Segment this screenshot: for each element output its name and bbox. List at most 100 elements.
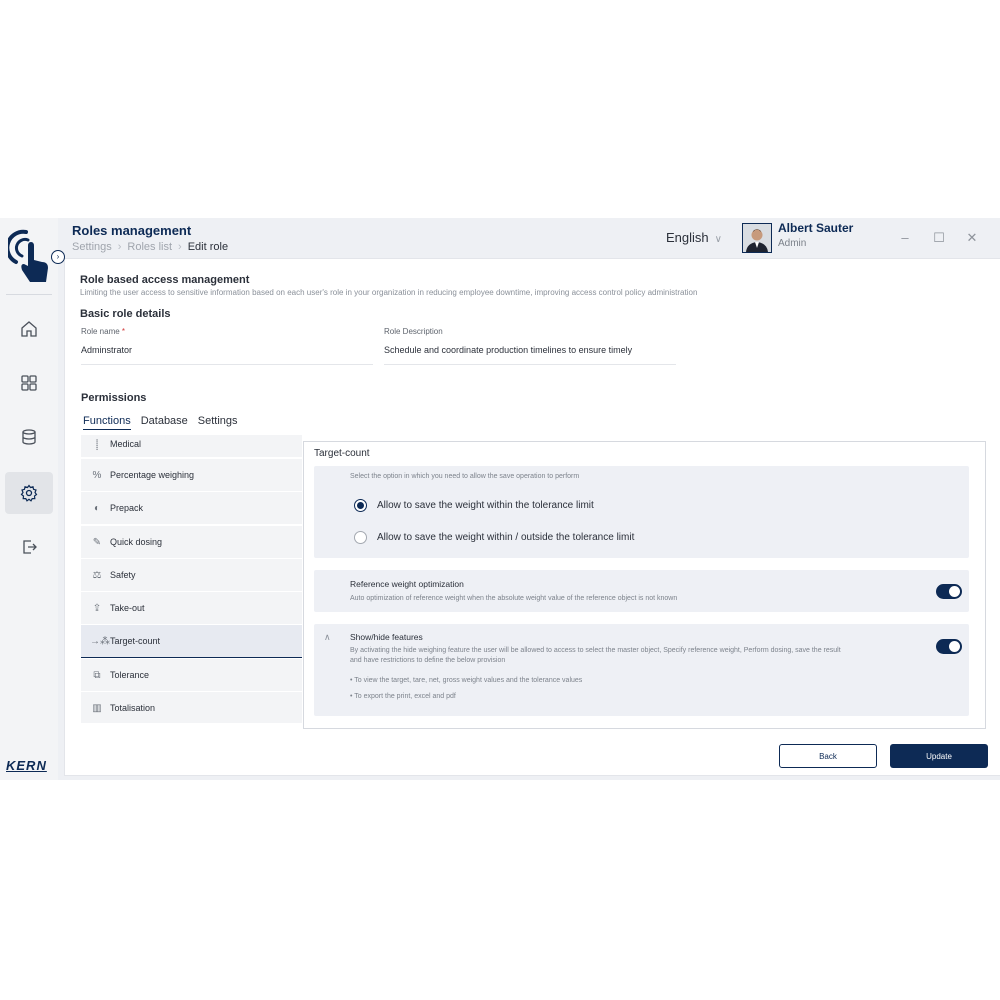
tab-settings[interactable]: Settings [198, 415, 238, 430]
rail-item-home[interactable] [5, 308, 53, 350]
kern-logo: KERN [6, 758, 47, 773]
language-select[interactable]: English ∨ [666, 230, 722, 245]
tab-database[interactable]: Database [141, 415, 188, 430]
function-item-tolerance[interactable]: ⧉ Tolerance [81, 659, 302, 691]
touch-logo-icon [8, 229, 48, 282]
save-option-subtitle: Select the option in which you need to a… [350, 473, 580, 480]
required-mark: * [121, 327, 126, 336]
radio-within-outside-tolerance[interactable]: Allow to save the weight within / outsid… [354, 531, 634, 544]
percent-icon: % [92, 469, 102, 481]
role-description-input[interactable]: Schedule and coordinate production timel… [384, 345, 654, 355]
reference-weight-subtitle: Auto optimization of reference weight wh… [350, 595, 678, 602]
reference-weight-box: Reference weight optimization Auto optim… [314, 570, 969, 612]
function-item-target-count[interactable]: →⁂ Target-count [81, 625, 302, 658]
page-title: Roles management [72, 223, 192, 238]
show-hide-toggle[interactable] [936, 639, 962, 654]
rail-divider [6, 294, 52, 295]
role-edit-card: Role based access management Limiting th… [64, 258, 1000, 776]
breadcrumb-chevron-icon: › [117, 241, 122, 253]
provision-item: • To view the target, tare, net, gross w… [350, 677, 583, 684]
reference-weight-title: Reference weight optimization [350, 579, 464, 589]
function-item-percentage-weighing[interactable]: % Percentage weighing [81, 459, 302, 491]
function-label: Tolerance [110, 670, 150, 680]
function-item-safety[interactable]: ⚖ Safety [81, 559, 302, 591]
role-name-underline [81, 364, 373, 365]
show-hide-subtitle-2: and have restrictions to define the belo… [350, 657, 506, 664]
radio-unselected-icon[interactable] [354, 531, 367, 544]
database-icon [22, 429, 36, 445]
show-hide-title: Show/hide features [350, 632, 423, 642]
rail-item-database[interactable] [5, 416, 53, 458]
reference-weight-toggle[interactable] [936, 584, 962, 599]
user-name: Albert Sauter [778, 221, 854, 235]
breadcrumb-roles-list[interactable]: Roles list [127, 241, 172, 253]
provision-item: • To export the print, excel and pdf [350, 693, 456, 700]
function-item-quick-dosing[interactable]: ✎ Quick dosing [81, 526, 302, 558]
back-button[interactable]: Back [779, 744, 877, 768]
app-window: › KERN Roles management Settings › Roles… [0, 218, 1000, 780]
permission-tabs: Functions Database Settings [83, 415, 238, 430]
function-label: Quick dosing [110, 537, 163, 547]
radio-within-tolerance[interactable]: Allow to save the weight within the tole… [354, 499, 594, 512]
chevron-up-icon[interactable]: ∧ [324, 632, 331, 643]
show-hide-box: ∧ Show/hide features By activating the h… [314, 624, 969, 716]
maximize-button[interactable]: ☐ [932, 230, 946, 246]
take-out-icon: ⇪ [92, 602, 102, 614]
function-label: Safety [110, 570, 136, 580]
save-option-box: Select the option in which you need to a… [314, 466, 969, 558]
function-label: Prepack [110, 503, 144, 513]
close-button[interactable]: ✕ [965, 230, 979, 246]
function-label: Totalisation [110, 703, 156, 713]
breadcrumb-settings[interactable]: Settings [72, 241, 112, 253]
update-button[interactable]: Update [890, 744, 988, 768]
function-label: Target-count [110, 636, 161, 646]
chevron-down-icon: ∨ [714, 234, 722, 245]
breadcrumb: Settings › Roles list › Edit role [72, 241, 228, 253]
role-description-underline [384, 364, 676, 365]
function-list: ⸽ Medical % Percentage weighing ◐ Prepack ✎… [81, 435, 302, 723]
gear-icon [20, 484, 38, 502]
basic-role-title: Basic role details [80, 308, 171, 320]
prepack-icon: ◐ [93, 502, 101, 514]
breadcrumb-chevron-icon: › [178, 241, 182, 253]
rbac-title: Role based access management [80, 274, 250, 286]
role-description-label: Role Description [384, 327, 443, 336]
role-name-label-text: Role name [81, 327, 120, 336]
collapse-rail-button[interactable]: › [51, 250, 65, 264]
function-label: Medical [110, 439, 142, 449]
dosing-icon: ✎ [92, 536, 102, 548]
show-hide-subtitle-1: By activating the hide weighing feature … [350, 647, 841, 654]
minimize-button[interactable]: – [898, 230, 912, 245]
safety-icon: ⚖ [92, 569, 102, 581]
rbac-subtitle: Limiting the user access to sensitive in… [80, 288, 698, 297]
breadcrumb-edit-role: Edit role [187, 241, 229, 253]
left-rail: › KERN [0, 218, 65, 780]
target-count-icon: →⁂ [90, 635, 110, 647]
function-label: Percentage weighing [110, 470, 195, 480]
target-count-panel: Target-count Select the option in which … [303, 441, 986, 729]
radio-label: Allow to save the weight within / outsid… [377, 532, 635, 543]
function-item-take-out[interactable]: ⇪ Take-out [81, 592, 302, 624]
rail-item-settings[interactable] [5, 472, 53, 514]
rail-item-logout[interactable] [5, 526, 53, 568]
logout-icon [23, 540, 37, 554]
function-item-prepack[interactable]: ◐ Prepack [81, 492, 302, 524]
tab-functions[interactable]: Functions [83, 415, 131, 430]
function-label: Take-out [110, 603, 145, 613]
grid-icon [21, 375, 37, 391]
totalisation-icon: ▥ [92, 702, 102, 714]
tolerance-icon: ⧉ [93, 669, 101, 681]
function-item-medical[interactable]: ⸽ Medical [81, 435, 302, 457]
panel-title: Target-count [314, 448, 370, 459]
permissions-title: Permissions [81, 392, 147, 404]
function-item-totalisation[interactable]: ▥ Totalisation [81, 692, 302, 723]
role-name-input[interactable]: Adminstrator [81, 345, 371, 355]
user-photo-icon [743, 224, 771, 252]
home-icon [21, 321, 37, 337]
language-label: English [666, 230, 709, 245]
radio-selected-icon[interactable] [354, 499, 367, 512]
rail-item-dashboard[interactable] [5, 362, 53, 404]
avatar[interactable] [742, 223, 772, 253]
user-role: Admin [778, 238, 807, 249]
role-name-label: Role name * [81, 327, 125, 336]
